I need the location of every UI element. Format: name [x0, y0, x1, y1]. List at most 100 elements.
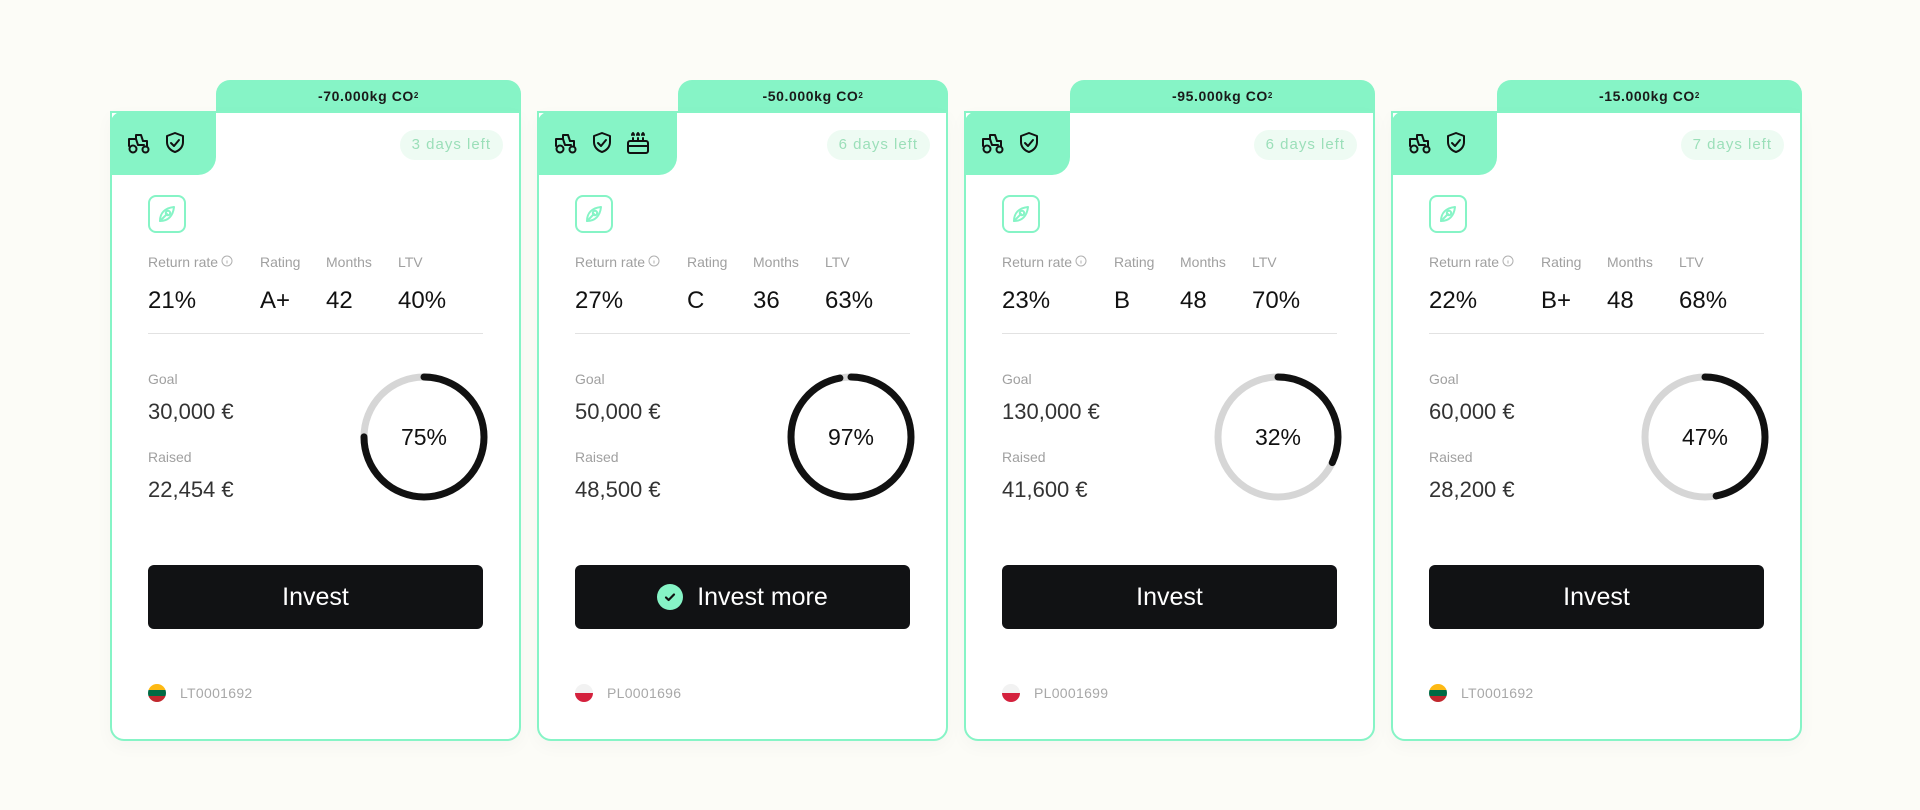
co2-reduction-tab: -15.000kg CO 2 [1497, 80, 1802, 111]
loan-stats: Return rate 27% Rating C Months 36 LTV 63% [575, 254, 915, 324]
days-left-badge: 6 days left [826, 130, 930, 160]
tractor-icon [126, 130, 152, 156]
feature-icons-tab [537, 111, 677, 175]
stat-label-text: Return rate [575, 254, 646, 270]
stat-value: 22% [1429, 287, 1478, 314]
invest-more-button[interactable]: Invest more [575, 565, 910, 629]
raised-label: Raised [1429, 449, 1473, 465]
stat-label: Return rate [1002, 254, 1087, 270]
loan-id[interactable]: LT0001692 [180, 685, 253, 701]
info-icon[interactable] [1502, 254, 1514, 270]
stat-label-text: Rating [687, 254, 728, 270]
card-body: 3 days left Return rate 21% Rating A+ Months 4… [110, 111, 521, 741]
feature-icons-tab [110, 111, 216, 175]
stat-item: Return rate 21% [148, 254, 233, 315]
stat-value: 36 [753, 287, 780, 314]
co2-value: -70.000kg CO [318, 87, 414, 104]
invest-button[interactable]: Invest [1429, 565, 1764, 629]
goal-label: Goal [575, 371, 605, 387]
days-left-badge: 6 days left [1253, 130, 1357, 160]
loan-card: -95.000kg CO 2 6 days left Return rate 23% Ra… [964, 80, 1375, 741]
tractor-icon [1407, 130, 1433, 156]
loan-cards-container: -70.000kg CO 2 3 days left Return rate 21% Ra… [0, 0, 1920, 810]
loan-footer: PL0001699 [1002, 684, 1108, 702]
check-circle-icon [657, 584, 684, 610]
loan-id[interactable]: PL0001696 [607, 685, 681, 701]
stat-label-text: LTV [825, 254, 850, 270]
progress-percent: 32% [1254, 423, 1302, 450]
stat-label: Months [326, 254, 372, 270]
stat-item: LTV 70% [1252, 254, 1300, 315]
info-icon[interactable] [1075, 254, 1087, 270]
stat-label: Return rate [575, 254, 660, 270]
stat-label-text: Rating [1114, 254, 1155, 270]
stat-value: 21% [148, 287, 197, 314]
stat-label: Rating [260, 254, 300, 270]
tractor-icon [980, 130, 1006, 156]
stat-item: Rating A+ [260, 254, 300, 315]
loan-id[interactable]: PL0001699 [1034, 685, 1108, 701]
invest-button[interactable]: Invest [1002, 565, 1337, 629]
stat-label-text: Months [753, 254, 799, 270]
country-flag-icon [148, 684, 166, 702]
leaf-icon [1002, 195, 1040, 233]
stat-label: Rating [687, 254, 727, 270]
stat-item: LTV 40% [398, 254, 446, 315]
co2-subscript: 2 [1267, 91, 1273, 100]
info-icon[interactable] [221, 254, 233, 270]
co2-subscript: 2 [858, 91, 864, 100]
stat-value: B+ [1541, 287, 1572, 314]
loan-footer: LT0001692 [148, 684, 253, 702]
invest-button[interactable]: Invest [148, 565, 483, 629]
stat-label: LTV [398, 254, 446, 270]
raised-label: Raised [575, 449, 619, 465]
co2-reduction-tab: -95.000kg CO 2 [1070, 80, 1375, 111]
stat-item: Months 42 [326, 254, 372, 315]
stat-value: A+ [260, 287, 291, 314]
loan-card: -15.000kg CO 2 7 days left Return rate 22% Ra… [1391, 80, 1802, 741]
days-left-badge: 3 days left [399, 130, 503, 160]
loan-id[interactable]: LT0001692 [1461, 685, 1534, 701]
stat-item: Return rate 23% [1002, 254, 1087, 315]
stat-label: Months [753, 254, 799, 270]
stat-item: Return rate 22% [1429, 254, 1514, 315]
stat-label-text: Return rate [1429, 254, 1500, 270]
stat-label: Return rate [148, 254, 233, 270]
divider [1429, 333, 1764, 334]
co2-value: -15.000kg CO [1599, 87, 1695, 104]
co2-subscript: 2 [1694, 91, 1700, 100]
loan-card: -50.000kg CO 2 6 days left Return rate 27% Ra… [537, 80, 948, 741]
stat-value: B [1114, 287, 1131, 314]
raised-label: Raised [1002, 449, 1046, 465]
goal-value: 60,000 € [1429, 399, 1515, 424]
goal-value: 30,000 € [148, 399, 234, 424]
stat-item: Rating B [1114, 254, 1154, 315]
info-icon[interactable] [648, 254, 660, 270]
divider [148, 333, 483, 334]
stat-value: 48 [1607, 287, 1634, 314]
loan-card: -70.000kg CO 2 3 days left Return rate 21% Ra… [110, 80, 521, 741]
leaf-icon [148, 195, 186, 233]
stat-label: Months [1607, 254, 1653, 270]
stat-label: LTV [825, 254, 873, 270]
raised-label: Raised [148, 449, 192, 465]
feature-icons-tab [964, 111, 1070, 175]
co2-reduction-tab: -50.000kg CO 2 [678, 80, 948, 111]
card-body: 7 days left Return rate 22% Rating B+ Months 4… [1391, 111, 1802, 741]
stat-value: 23% [1002, 287, 1051, 314]
button-label: Invest [1136, 582, 1203, 611]
raised-value: 22,454 € [148, 477, 234, 502]
stat-value: 68% [1679, 287, 1728, 314]
stat-label: Return rate [1429, 254, 1514, 270]
stat-item: Months 48 [1180, 254, 1226, 315]
raised-value: 48,500 € [575, 477, 661, 502]
stat-item: LTV 63% [825, 254, 873, 315]
stat-item: Return rate 27% [575, 254, 660, 315]
stat-label-text: LTV [1252, 254, 1277, 270]
goal-value: 130,000 € [1002, 399, 1100, 424]
raised-value: 41,600 € [1002, 477, 1088, 502]
shield-check-icon [1016, 130, 1042, 156]
gift-icon [625, 130, 651, 156]
divider [1002, 333, 1337, 334]
stat-label-text: Months [1607, 254, 1653, 270]
